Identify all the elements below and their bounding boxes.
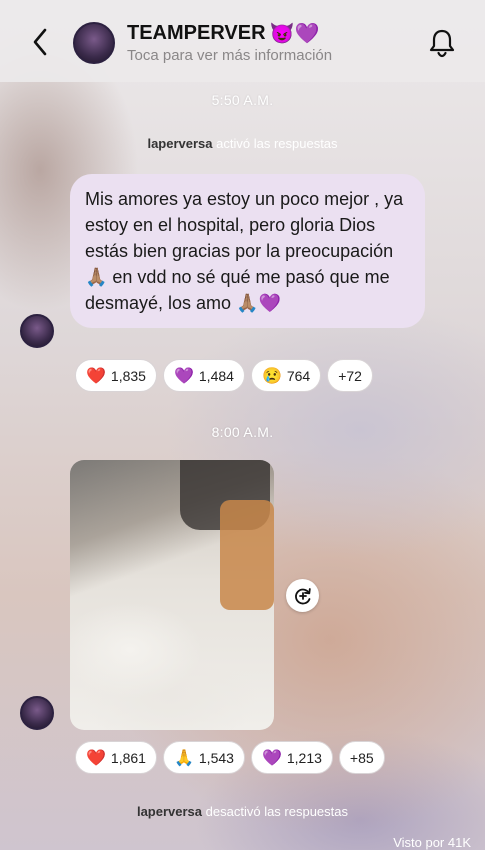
reaction-purple-heart[interactable]: 💜 1,213 — [250, 741, 333, 774]
system-message-action: activó las respuestas — [216, 136, 338, 151]
reaction-more-count: +85 — [349, 749, 374, 766]
message-bubble[interactable]: Mis amores ya estoy un poco mejor , ya e… — [70, 174, 425, 328]
reaction-count: 764 — [286, 367, 311, 384]
reaction-count: 1,484 — [198, 367, 234, 384]
seen-count: Visto por 41K — [393, 835, 471, 850]
reaction-more[interactable]: +85 — [338, 741, 385, 774]
reactions-bar: ❤️ 1,861 🙏 1,543 💜 1,213 +85 — [75, 741, 385, 774]
sender-avatar[interactable] — [20, 314, 54, 348]
share-icon — [294, 587, 311, 604]
channel-subtitle[interactable]: Toca para ver más información — [127, 47, 332, 64]
reaction-heart[interactable]: ❤️ 1,861 — [75, 741, 157, 774]
purple-heart-emoji: 💜 — [173, 367, 194, 385]
reaction-count: 1,543 — [198, 749, 234, 766]
reaction-purple-heart[interactable]: 💜 1,484 — [162, 359, 245, 392]
reaction-heart[interactable]: ❤️ 1,835 — [75, 359, 157, 392]
timestamp: 5:50 A.M. — [211, 92, 274, 108]
reaction-count: 1,835 — [110, 367, 146, 384]
photo-detail — [220, 500, 274, 610]
bell-icon — [429, 29, 455, 58]
photo-message[interactable] — [70, 460, 274, 730]
back-arrow-icon — [33, 28, 47, 56]
chat-header: TEAMPERVER 😈💜 Toca para ver más informac… — [0, 0, 485, 82]
channel-title[interactable]: TEAMPERVER 😈💜 — [127, 21, 319, 46]
share-button[interactable] — [286, 579, 319, 612]
system-message: laperversa activó las respuestas — [0, 136, 485, 151]
channel-avatar[interactable] — [73, 22, 115, 64]
system-message-action: desactivó las respuestas — [205, 804, 349, 819]
channel-title-emojis: 😈💜 — [269, 23, 320, 45]
reaction-pray[interactable]: 🙏 1,543 — [162, 741, 245, 774]
system-message-user[interactable]: laperversa — [137, 804, 202, 819]
channel-title-text: TEAMPERVER — [127, 22, 266, 44]
pray-emoji: 🙏 — [173, 749, 194, 767]
reactions-bar: ❤️ 1,835 💜 1,484 😢 764 +72 — [75, 359, 373, 392]
notifications-button[interactable] — [428, 28, 456, 58]
heart-emoji: ❤️ — [86, 367, 106, 385]
crying-emoji: 😢 — [261, 367, 282, 385]
heart-emoji: ❤️ — [86, 749, 106, 767]
system-message-user[interactable]: laperversa — [147, 136, 212, 151]
back-button[interactable] — [26, 24, 54, 60]
system-message: laperversa desactivó las respuestas — [0, 804, 485, 819]
sender-avatar[interactable] — [20, 696, 54, 730]
reaction-count: 1,861 — [110, 749, 146, 766]
purple-heart-emoji: 💜 — [261, 749, 282, 767]
reaction-more-count: +72 — [338, 367, 362, 384]
reaction-more[interactable]: +72 — [327, 359, 373, 392]
timestamp: 8:00 A.M. — [211, 424, 274, 440]
reaction-crying[interactable]: 😢 764 — [250, 359, 322, 392]
reaction-count: 1,213 — [286, 749, 322, 766]
